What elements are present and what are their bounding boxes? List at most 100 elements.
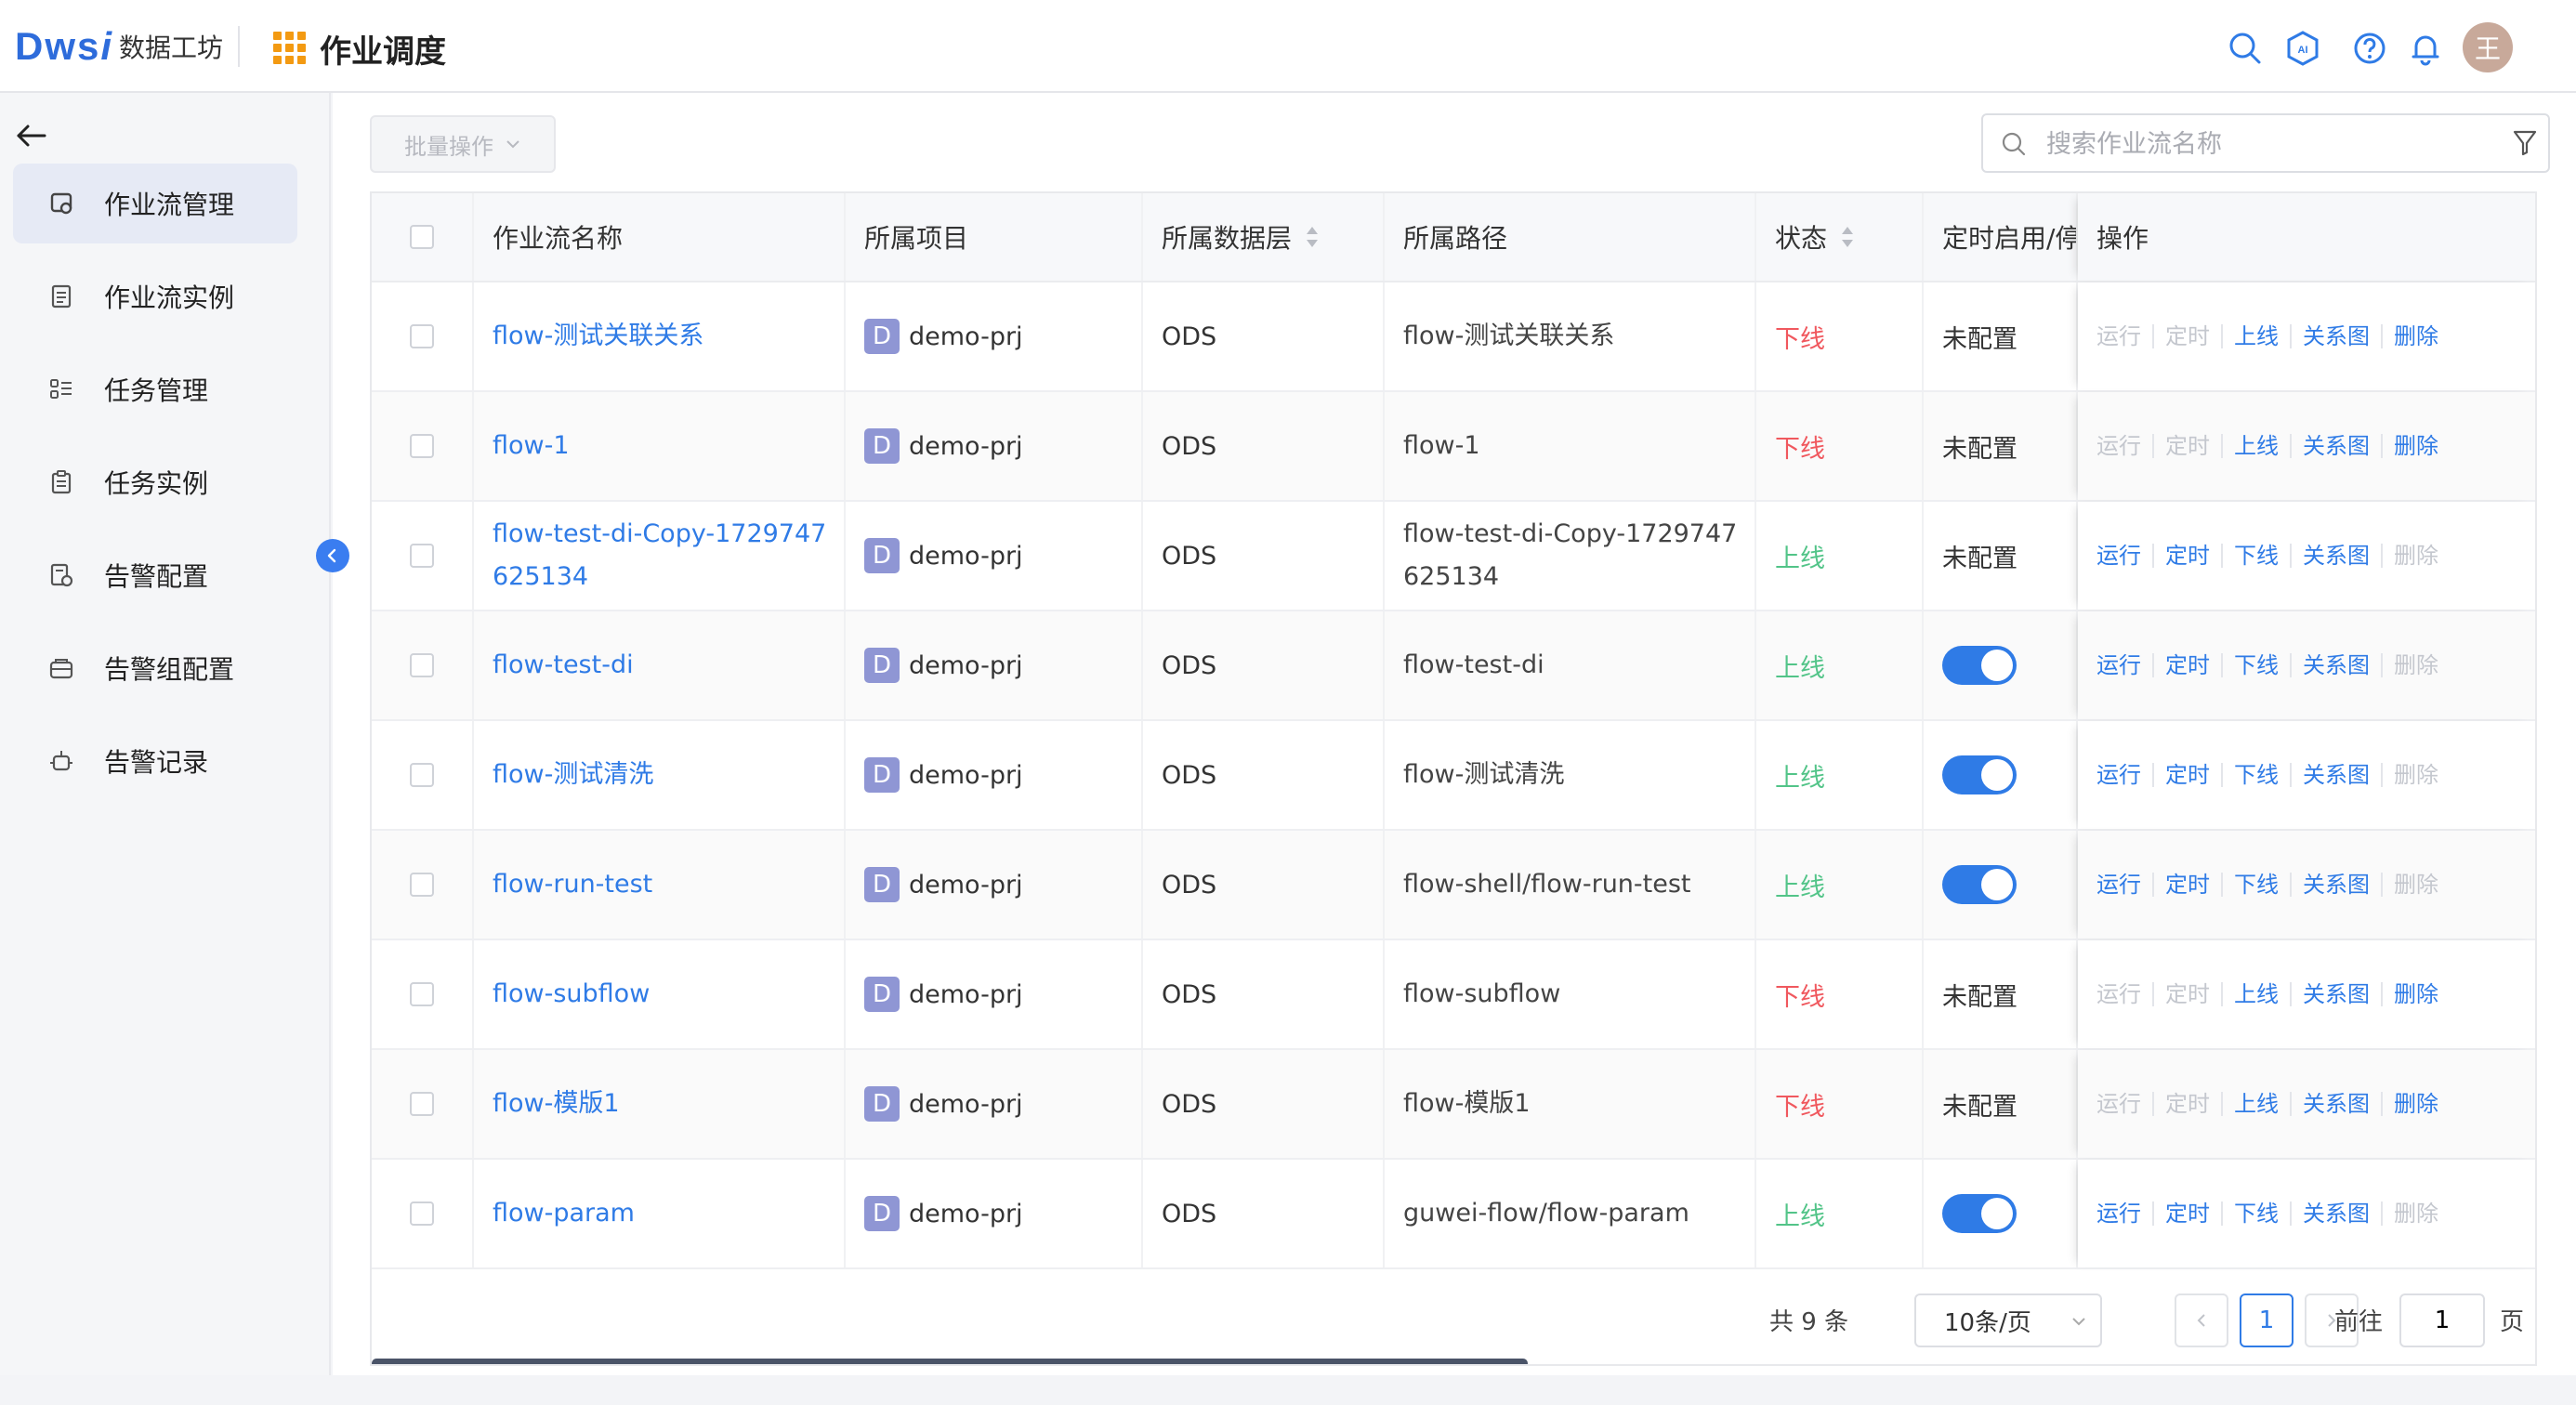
action-3-button[interactable]: 关系图	[2290, 544, 2381, 568]
action-4-button[interactable]: 删除	[2381, 1092, 2450, 1116]
select-all-checkbox[interactable]	[410, 225, 434, 249]
page-size-select[interactable]: 10条/页	[1914, 1293, 2102, 1347]
workflow-name-link[interactable]: flow-test-di-Copy-1729747625134	[493, 513, 844, 598]
action-0-button[interactable]: 运行	[2096, 1092, 2152, 1116]
workflow-name-link[interactable]: flow-测试关联关系	[493, 315, 720, 358]
workflow-name-link[interactable]: flow-1	[493, 425, 586, 467]
action-2-button[interactable]: 上线	[2221, 1092, 2290, 1116]
action-2-button[interactable]: 上线	[2221, 324, 2290, 348]
action-4-button[interactable]: 删除	[2381, 982, 2450, 1006]
column-header-status[interactable]: 状态	[1756, 193, 1924, 281]
action-2-button[interactable]: 下线	[2221, 653, 2290, 677]
search-icon[interactable]	[2227, 30, 2264, 67]
action-1-button[interactable]: 定时	[2152, 982, 2221, 1006]
action-1-button[interactable]: 定时	[2152, 763, 2221, 787]
workflow-name-link[interactable]: flow-模版1	[493, 1083, 637, 1125]
action-4-button[interactable]: 删除	[2381, 873, 2450, 897]
page-number-button[interactable]: 1	[2240, 1293, 2293, 1347]
schedule-toggle[interactable]	[1942, 755, 2017, 794]
row-checkbox[interactable]	[410, 1092, 434, 1116]
action-3-button[interactable]: 关系图	[2290, 982, 2381, 1006]
sidebar-item-task-instances[interactable]: 任务实例	[13, 442, 297, 522]
action-3-button[interactable]: 关系图	[2290, 1092, 2381, 1116]
sidebar-item-alert-records[interactable]: 告警记录	[13, 721, 297, 801]
action-0-button[interactable]: 运行	[2096, 873, 2152, 897]
action-4-button[interactable]: 删除	[2381, 324, 2450, 348]
dws-logo[interactable]: Dwsi 数据工坊	[15, 22, 223, 71]
schedule-toggle[interactable]	[1942, 646, 2017, 685]
action-0-button[interactable]: 运行	[2096, 324, 2152, 348]
action-1-button[interactable]: 定时	[2152, 434, 2221, 458]
action-2-button[interactable]: 下线	[2221, 873, 2290, 897]
action-3-button[interactable]: 关系图	[2290, 763, 2381, 787]
row-checkbox[interactable]	[410, 544, 434, 568]
action-2-button[interactable]: 上线	[2221, 982, 2290, 1006]
bell-icon[interactable]	[2407, 30, 2444, 67]
action-2-button[interactable]: 下线	[2221, 1201, 2290, 1226]
row-checkbox[interactable]	[410, 763, 434, 787]
action-0-button[interactable]: 运行	[2096, 544, 2152, 568]
app-grid-icon[interactable]	[273, 32, 307, 65]
action-0-button[interactable]: 运行	[2096, 1201, 2152, 1226]
prev-page-button[interactable]	[2175, 1293, 2228, 1347]
action-1-button[interactable]: 定时	[2152, 324, 2221, 348]
sidebar-item-task-management[interactable]: 任务管理	[13, 349, 297, 429]
user-avatar[interactable]: 王	[2463, 22, 2513, 72]
actions-cell: 运行 定时 下线 关系图 删除	[2078, 1160, 2535, 1267]
column-header-path: 所属路径	[1385, 193, 1756, 281]
action-4-button[interactable]: 删除	[2381, 434, 2450, 458]
sidebar-item-workflow-management[interactable]: 作业流管理	[13, 164, 297, 243]
row-checkbox[interactable]	[410, 653, 434, 677]
action-3-button[interactable]: 关系图	[2290, 324, 2381, 348]
action-3-button[interactable]: 关系图	[2290, 434, 2381, 458]
clipboard-icon	[51, 470, 72, 494]
workflow-name-link[interactable]: flow-param	[493, 1192, 651, 1235]
row-checkbox[interactable]	[410, 982, 434, 1006]
action-2-button[interactable]: 上线	[2221, 434, 2290, 458]
action-1-button[interactable]: 定时	[2152, 1092, 2221, 1116]
action-3-button[interactable]: 关系图	[2290, 653, 2381, 677]
collapse-sidebar-button[interactable]	[316, 539, 349, 572]
action-4-button[interactable]: 删除	[2381, 763, 2450, 787]
back-arrow-icon[interactable]	[15, 119, 48, 152]
action-4-button[interactable]: 删除	[2381, 653, 2450, 677]
column-header-layer[interactable]: 所属数据层	[1143, 193, 1385, 281]
search-input[interactable]	[2044, 123, 2457, 165]
action-0-button[interactable]: 运行	[2096, 982, 2152, 1006]
action-4-button[interactable]: 删除	[2381, 1201, 2450, 1226]
action-1-button[interactable]: 定时	[2152, 544, 2221, 568]
workflow-name-link[interactable]: flow-test-di	[493, 644, 651, 687]
action-0-button[interactable]: 运行	[2096, 653, 2152, 677]
workflow-name-link[interactable]: flow-测试清洗	[493, 754, 670, 796]
goto-page-input[interactable]	[2399, 1293, 2485, 1347]
sidebar-item-workflow-instances[interactable]: 作业流实例	[13, 256, 297, 336]
workflow-name-link[interactable]: flow-subflow	[493, 973, 666, 1016]
status-text: 上线	[1775, 873, 1825, 902]
action-0-button[interactable]: 运行	[2096, 434, 2152, 458]
row-checkbox[interactable]	[410, 324, 434, 348]
actions-cell: 运行 定时 上线 关系图 删除	[2078, 1050, 2535, 1158]
workflow-name-link[interactable]: flow-run-test	[493, 863, 669, 906]
schedule-toggle[interactable]	[1942, 865, 2017, 904]
ai-assistant-icon[interactable]: AI	[2284, 30, 2321, 67]
sidebar-item-alert-group-config[interactable]: 告警组配置	[13, 628, 297, 708]
action-0-button[interactable]: 运行	[2096, 763, 2152, 787]
action-3-button[interactable]: 关系图	[2290, 873, 2381, 897]
help-icon[interactable]	[2351, 30, 2388, 67]
action-4-button[interactable]: 删除	[2381, 544, 2450, 568]
action-1-button[interactable]: 定时	[2152, 653, 2221, 677]
action-1-button[interactable]: 定时	[2152, 1201, 2221, 1226]
sidebar-item-alert-config[interactable]: 告警配置	[13, 535, 297, 615]
schedule-toggle[interactable]	[1942, 1194, 2017, 1233]
row-checkbox[interactable]	[410, 1201, 434, 1226]
batch-operation-button[interactable]: 批量操作	[370, 115, 556, 173]
action-2-button[interactable]: 下线	[2221, 763, 2290, 787]
row-select-cell	[372, 611, 474, 719]
action-2-button[interactable]: 下线	[2221, 544, 2290, 568]
action-1-button[interactable]: 定时	[2152, 873, 2221, 897]
row-checkbox[interactable]	[410, 873, 434, 897]
filter-icon[interactable]	[2511, 128, 2539, 158]
row-checkbox[interactable]	[410, 434, 434, 458]
action-3-button[interactable]: 关系图	[2290, 1201, 2381, 1226]
layer-value: ODS	[1162, 979, 1217, 1009]
